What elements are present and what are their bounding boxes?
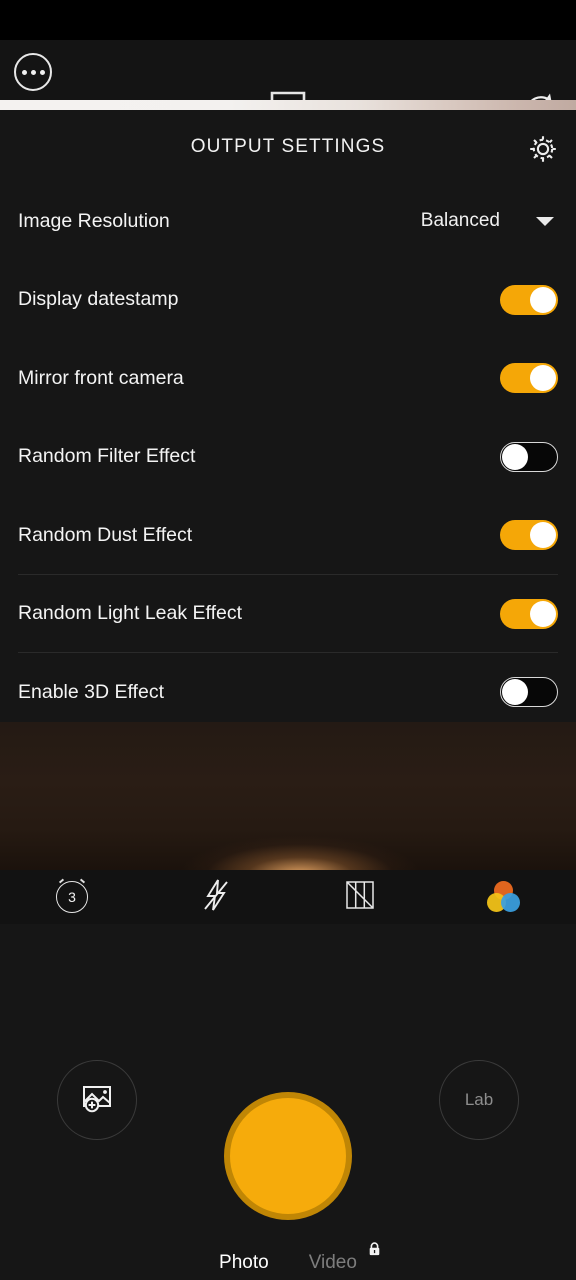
page-title: OUTPUT SETTINGS xyxy=(190,136,386,157)
tab-photo-label: Photo xyxy=(219,1252,269,1273)
toggle-random-filter-effect[interactable] xyxy=(500,441,558,472)
more-dots-icon[interactable] xyxy=(14,53,52,91)
shutter-button[interactable] xyxy=(224,1092,352,1220)
timer-knob-left xyxy=(58,878,65,884)
output-settings-panel: OUTPUT SETTINGS Image Resolution Balance… xyxy=(0,110,576,722)
settings-row-image-resolution[interactable]: Image Resolution Balanced xyxy=(0,182,576,261)
gallery-add-icon xyxy=(81,1083,113,1118)
mode-tabs: Photo Video xyxy=(0,1242,576,1274)
toggle-knob xyxy=(530,365,556,392)
toggle-knob xyxy=(530,600,556,627)
quick-settings-bar: 3 xyxy=(0,870,576,924)
settings-row-label: Enable 3D Effect xyxy=(18,680,164,703)
settings-row-label: Random Light Leak Effect xyxy=(18,602,243,625)
timer-button[interactable]: 3 xyxy=(0,870,144,924)
settings-row-display-datestamp[interactable]: Display datestamp xyxy=(0,261,576,340)
settings-row-label: Image Resolution xyxy=(18,209,170,232)
toggle-knob xyxy=(530,522,556,549)
toggle-random-dust-effect[interactable] xyxy=(500,520,558,551)
dot xyxy=(21,69,27,75)
tab-video[interactable]: Video xyxy=(308,1242,380,1274)
tab-photo[interactable]: Photo xyxy=(219,1252,269,1274)
grid-overlay-icon xyxy=(345,880,375,915)
camera-viewfinder[interactable] xyxy=(0,722,576,870)
tab-video-label: Video xyxy=(308,1252,357,1273)
toggle-enable-3d-effect[interactable] xyxy=(500,677,558,708)
toggle-mirror-front-camera[interactable] xyxy=(500,363,558,394)
settings-row-random-dust-effect[interactable]: Random Dust Effect xyxy=(0,496,576,575)
settings-row-label: Random Dust Effect xyxy=(18,523,193,546)
settings-row-label: Random Filter Effect xyxy=(18,445,196,468)
lab-button-label: Lab xyxy=(464,1090,494,1109)
grid-overlay-button[interactable] xyxy=(288,870,432,924)
toggle-knob xyxy=(502,679,528,706)
filter-circle-blue xyxy=(501,893,520,912)
settings-rows: Image Resolution Balanced Display datest… xyxy=(0,182,576,732)
settings-row-random-light-leak-effect[interactable]: Random Light Leak Effect xyxy=(0,575,576,654)
dot xyxy=(39,69,45,75)
timer-knob-right xyxy=(79,878,86,884)
timer-value: 3 xyxy=(68,889,76,905)
color-filter-button[interactable] xyxy=(432,870,576,924)
settings-row-enable-3d-effect[interactable]: Enable 3D Effect xyxy=(0,653,576,732)
toggle-random-light-leak-effect[interactable] xyxy=(500,598,558,629)
toggle-knob xyxy=(530,286,556,313)
gallery-add-button[interactable] xyxy=(57,1060,137,1140)
toggle-knob xyxy=(502,443,528,470)
camera-app-screen: OUTPUT SETTINGS Image Resolution Balance… xyxy=(0,0,576,1280)
flash-button[interactable] xyxy=(144,870,288,924)
lab-button[interactable]: Lab xyxy=(439,1060,519,1140)
toggle-display-datestamp[interactable] xyxy=(500,284,558,315)
preview-top-sliver xyxy=(0,100,576,110)
settings-row-label: Display datestamp xyxy=(18,288,179,311)
settings-row-value: Balanced xyxy=(420,210,500,232)
dot xyxy=(30,69,36,75)
settings-row-random-filter-effect[interactable]: Random Filter Effect xyxy=(0,418,576,497)
settings-row-mirror-front-camera[interactable]: Mirror front camera xyxy=(0,339,576,418)
chevron-down-icon[interactable] xyxy=(536,216,554,226)
settings-row-label: Mirror front camera xyxy=(18,366,184,389)
gear-icon[interactable] xyxy=(526,132,560,166)
timer-icon: 3 xyxy=(56,878,88,913)
color-filter-icon xyxy=(487,881,521,913)
lock-icon xyxy=(368,1240,381,1256)
flash-off-icon xyxy=(200,878,232,917)
status-bar xyxy=(0,0,576,40)
top-control-bar xyxy=(0,40,576,131)
